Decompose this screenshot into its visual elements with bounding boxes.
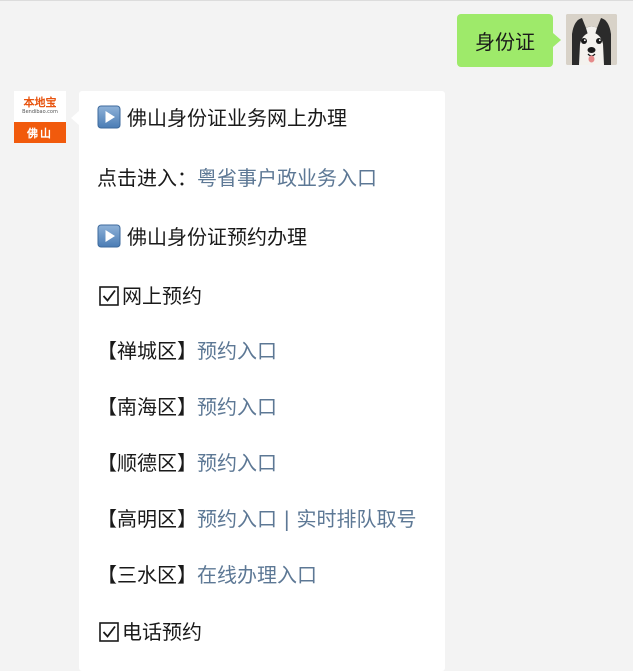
click-enter-line: 点击进入：粤省事户政业务入口 — [97, 165, 377, 191]
chancheng-appointment-link[interactable]: 预约入口 — [197, 339, 277, 363]
brand-url: Bendibao.com — [22, 108, 58, 115]
gaoming-queue-link[interactable]: 实时排队取号 — [296, 507, 416, 531]
heading-appointment: 佛山身份证预约办理 — [97, 224, 307, 250]
nanhai-line: 【南海区】预约入口 — [97, 394, 277, 420]
heading-appointment-text: 佛山身份证预约办理 — [127, 225, 307, 249]
phone-appointment-line: 电话预约 — [97, 619, 202, 645]
phone-appointment-text: 电话预约 — [122, 620, 202, 644]
user-avatar[interactable] — [566, 14, 617, 65]
gaoming-label: 【高明区】 — [97, 507, 197, 531]
click-enter-label: 点击进入： — [97, 166, 197, 190]
top-divider — [0, 0, 633, 1]
gaoming-appointment-link[interactable]: 预约入口 — [197, 507, 277, 531]
user-message-text: 身份证 — [475, 30, 535, 54]
bot-avatar[interactable]: 本地宝 Bendibao.com 佛山 — [14, 91, 66, 143]
check-box-icon — [99, 286, 119, 306]
nanhai-label: 【南海区】 — [97, 395, 197, 419]
chancheng-label: 【禅城区】 — [97, 339, 197, 363]
play-button-icon — [97, 224, 121, 248]
gaoming-separator: | — [277, 507, 297, 531]
shunde-label: 【顺德区】 — [97, 451, 197, 475]
husky-dog-avatar-icon — [566, 14, 617, 65]
yueshengshi-household-link[interactable]: 粤省事户政业务入口 — [197, 166, 377, 190]
gaoming-line: 【高明区】预约入口 | 实时排队取号 — [97, 506, 416, 532]
bot-message-card: 佛山身份证业务网上办理 点击进入：粤省事户政业务入口 佛山身份证预约办理 网上预… — [71, 91, 445, 671]
shunde-line: 【顺德区】预约入口 — [97, 450, 277, 476]
heading-online-processing: 佛山身份证业务网上办理 — [97, 105, 347, 131]
brand-city-text: 佛山 — [27, 126, 53, 140]
brand-logo: 本地宝 Bendibao.com — [14, 91, 66, 121]
chancheng-line: 【禅城区】预约入口 — [97, 338, 277, 364]
brand-name: 本地宝 — [23, 95, 57, 109]
sanshui-online-link[interactable]: 在线办理入口 — [197, 563, 317, 587]
online-appointment-text: 网上预约 — [122, 284, 202, 308]
shunde-appointment-link[interactable]: 预约入口 — [197, 451, 277, 475]
check-box-icon — [99, 622, 119, 642]
play-button-icon — [97, 105, 121, 129]
brand-city-badge: 佛山 — [14, 122, 66, 143]
heading-online-text: 佛山身份证业务网上办理 — [127, 106, 347, 130]
nanhai-appointment-link[interactable]: 预约入口 — [197, 395, 277, 419]
sanshui-label: 【三水区】 — [97, 563, 197, 587]
sanshui-line: 【三水区】在线办理入口 — [97, 562, 317, 588]
online-appointment-line: 网上预约 — [97, 283, 202, 309]
user-message-bubble[interactable]: 身份证 — [457, 14, 561, 67]
